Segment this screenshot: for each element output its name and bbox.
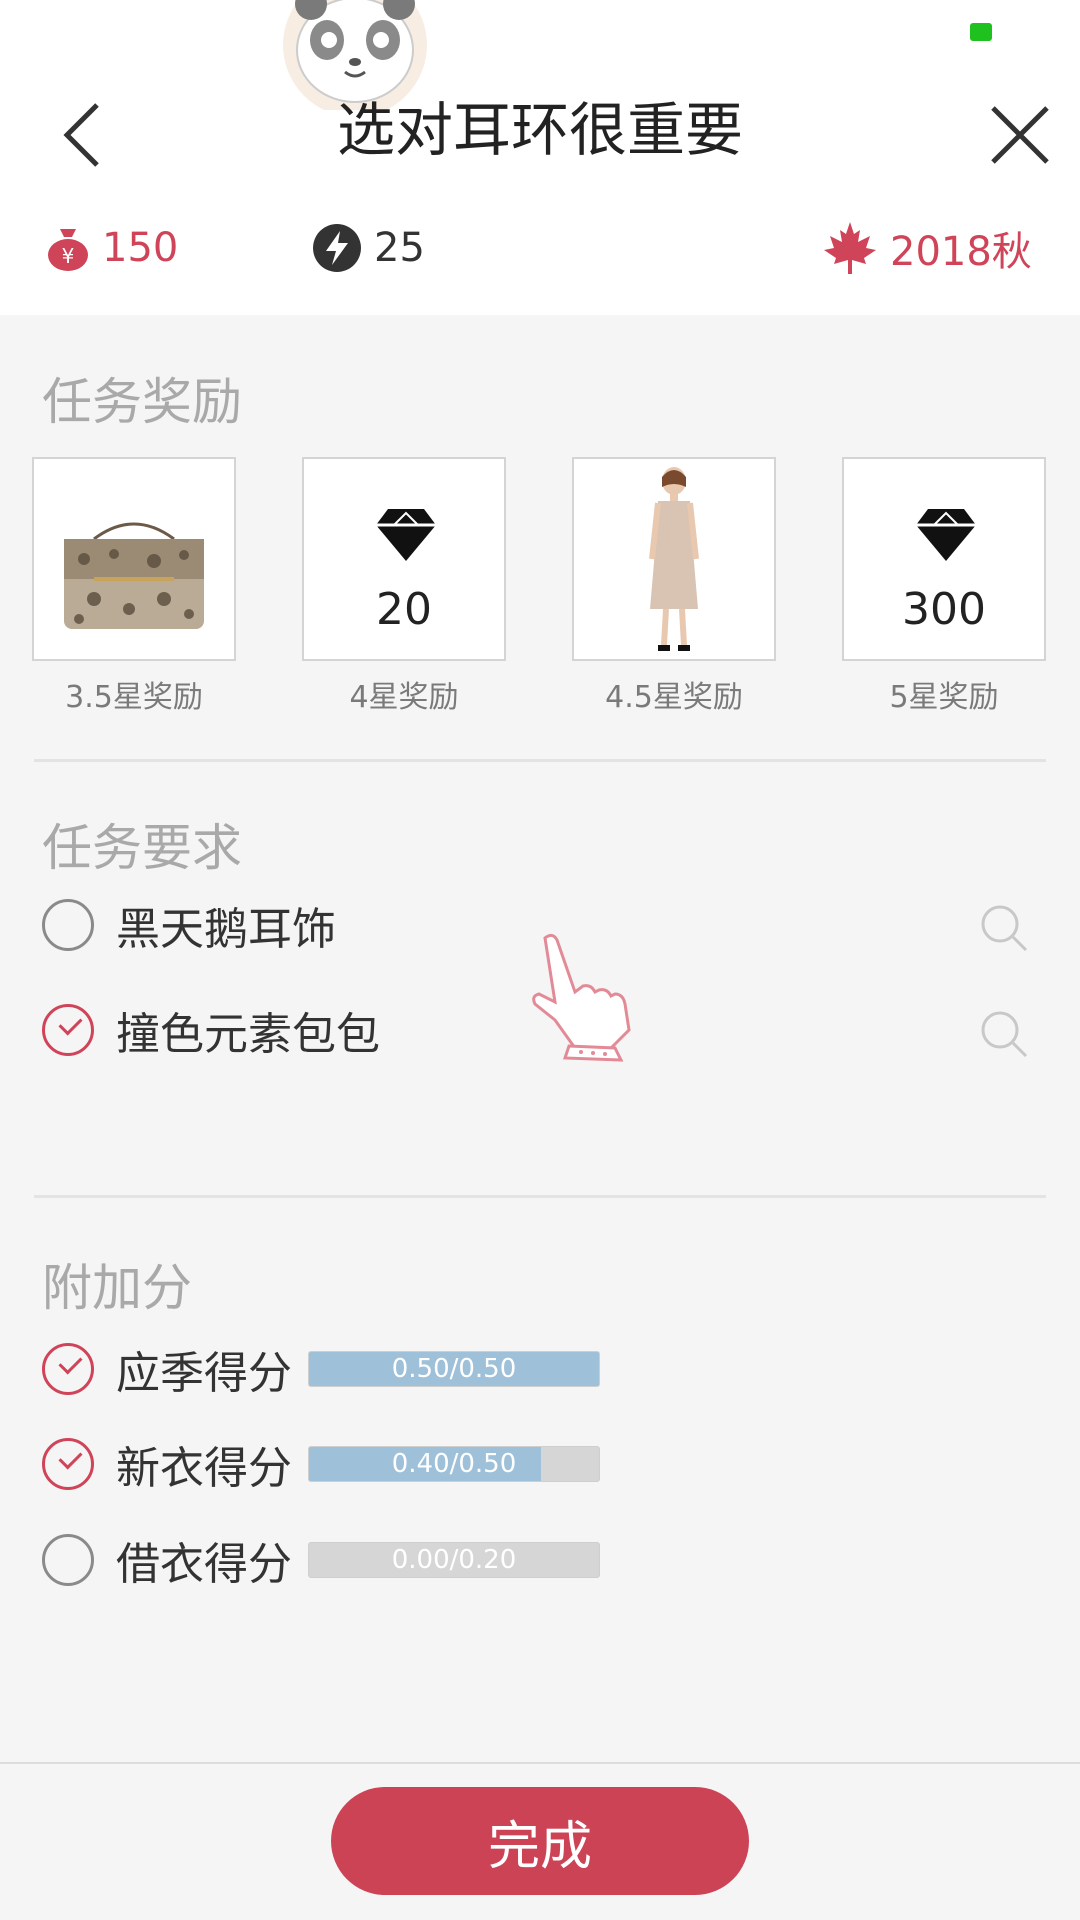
progress-bar: 0.00/0.20 xyxy=(308,1542,600,1578)
money-value: 150 xyxy=(102,225,179,271)
bonus-title: 附加分 xyxy=(42,1259,192,1317)
rewards-title: 任务奖励 xyxy=(42,373,242,431)
requirement-label: 黑天鹅耳饰 xyxy=(116,904,336,955)
status-indicator xyxy=(970,23,992,41)
pointer-hand-icon xyxy=(532,933,631,1062)
bonus-label: 新衣得分 xyxy=(116,1443,292,1494)
season-stat: 2018秋 xyxy=(822,220,1032,276)
search-icon[interactable] xyxy=(978,902,1030,954)
bonus-label: 应季得分 xyxy=(116,1348,292,1399)
requirement-item[interactable]: 黑天鹅耳饰 xyxy=(42,895,336,955)
unchecked-circle-icon[interactable] xyxy=(42,1534,94,1586)
progress-bar: 0.40/0.50 xyxy=(308,1446,600,1482)
handbag-image xyxy=(64,522,204,629)
progress-text: 0.40/0.50 xyxy=(391,1449,517,1479)
done-button[interactable]: 完成 xyxy=(331,1787,749,1895)
reward-caption: 4星奖励 xyxy=(349,680,459,715)
back-button[interactable] xyxy=(55,95,115,175)
checked-circle-icon[interactable] xyxy=(42,1004,94,1056)
reward-item-handbag[interactable] xyxy=(32,457,236,661)
energy-value: 25 xyxy=(374,225,425,271)
lightning-icon xyxy=(312,223,362,273)
maple-leaf-icon xyxy=(822,220,878,276)
reward-item-diamond-300[interactable]: 300 xyxy=(842,457,1046,661)
divider xyxy=(34,1195,1046,1198)
page-title: 选对耳环很重要 xyxy=(336,96,743,164)
requirement-label: 撞色元素包包 xyxy=(116,1009,380,1060)
reward-value: 20 xyxy=(376,584,432,635)
unchecked-circle-icon[interactable] xyxy=(42,899,94,951)
divider xyxy=(34,759,1046,762)
progress-text: 0.00/0.20 xyxy=(391,1545,517,1575)
money-stat: ¥ 150 xyxy=(46,220,178,276)
progress-bar: 0.50/0.50 xyxy=(308,1351,600,1387)
bonus-item[interactable]: 应季得分 0.50/0.50 xyxy=(42,1339,600,1399)
svg-text:¥: ¥ xyxy=(62,244,75,268)
reward-caption: 3.5星奖励 xyxy=(65,680,203,715)
bonus-label: 借衣得分 xyxy=(116,1539,292,1590)
reward-caption: 5星奖励 xyxy=(889,680,999,715)
checked-circle-icon[interactable] xyxy=(42,1438,94,1490)
reward-value: 300 xyxy=(902,584,986,635)
dress-model-image xyxy=(649,467,699,651)
reward-item-dress[interactable] xyxy=(572,457,776,661)
requirement-item[interactable]: 撞色元素包包 xyxy=(42,1000,380,1060)
reward-item-diamond-20[interactable]: 20 xyxy=(302,457,506,661)
search-icon[interactable] xyxy=(978,1008,1030,1060)
energy-stat: 25 xyxy=(312,220,425,276)
money-bag-icon: ¥ xyxy=(46,225,90,271)
bonus-item[interactable]: 借衣得分 0.00/0.20 xyxy=(42,1530,600,1590)
season-value: 2018秋 xyxy=(890,229,1032,275)
progress-text: 0.50/0.50 xyxy=(391,1354,517,1384)
footer-divider xyxy=(0,1762,1080,1764)
chevron-left-icon xyxy=(63,103,99,167)
bonus-item[interactable]: 新衣得分 0.40/0.50 xyxy=(42,1434,600,1494)
diamond-icon xyxy=(376,509,436,561)
close-button[interactable] xyxy=(985,100,1055,170)
requirements-title: 任务要求 xyxy=(42,819,242,877)
reward-caption: 4.5星奖励 xyxy=(605,680,743,715)
diamond-icon xyxy=(916,509,976,561)
checked-circle-icon[interactable] xyxy=(42,1343,94,1395)
